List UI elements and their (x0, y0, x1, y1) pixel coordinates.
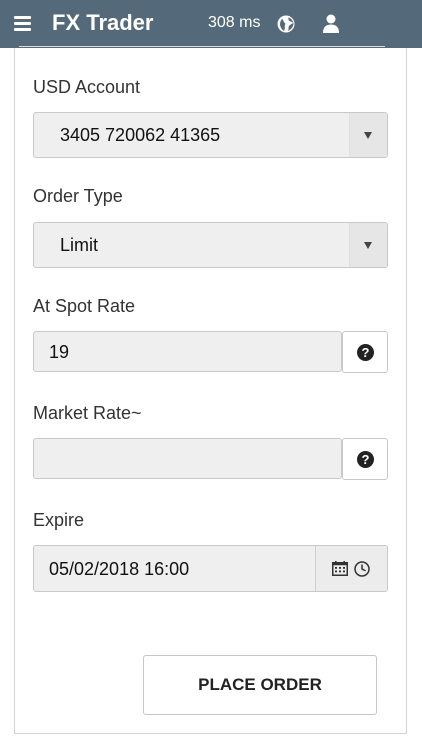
market-rate-label: Market Rate~ (33, 403, 142, 423)
user-icon[interactable] (322, 14, 340, 33)
expire-label: Expire (33, 510, 85, 530)
account-select[interactable]: 3405 720062 41365 (33, 112, 388, 158)
latency-indicator: 308 ms (208, 14, 261, 31)
expire-value: 05/02/2018 16:00 (49, 559, 190, 579)
caret-down-icon (364, 132, 372, 139)
caret-down-icon (364, 242, 372, 249)
app-title: FX Trader (52, 10, 154, 35)
spot-rate-help-button[interactable]: ? (342, 331, 388, 373)
calendar-icon[interactable] (332, 561, 348, 576)
app-header: FX Trader 308 ms (0, 0, 422, 48)
account-dropdown-toggle[interactable] (349, 113, 387, 157)
account-label: USD Account (33, 77, 141, 97)
question-circle-icon: ? (357, 344, 374, 361)
order-type-label: Order Type (33, 186, 123, 206)
order-type-select[interactable]: Limit (33, 222, 388, 268)
hamburger-menu-icon[interactable] (14, 16, 31, 31)
question-circle-icon: ? (357, 451, 374, 468)
clock-icon[interactable] (354, 561, 370, 577)
spot-rate-input[interactable]: 19 (33, 331, 342, 372)
spot-rate-label: At Spot Rate (33, 296, 136, 316)
market-rate-help-button[interactable]: ? (342, 438, 388, 480)
divider (19, 46, 385, 47)
datetime-picker-addon (315, 546, 387, 591)
market-rate-input[interactable] (33, 438, 342, 479)
account-value: 3405 720062 41365 (60, 125, 221, 145)
expire-datetime-input[interactable]: 05/02/2018 16:00 (33, 545, 388, 592)
order-type-dropdown-toggle[interactable] (349, 223, 387, 267)
order-type-value: Limit (60, 235, 99, 255)
spot-rate-value: 19 (49, 342, 70, 362)
place-order-button[interactable]: PLACE ORDER (143, 655, 377, 715)
globe-icon[interactable] (277, 15, 295, 33)
